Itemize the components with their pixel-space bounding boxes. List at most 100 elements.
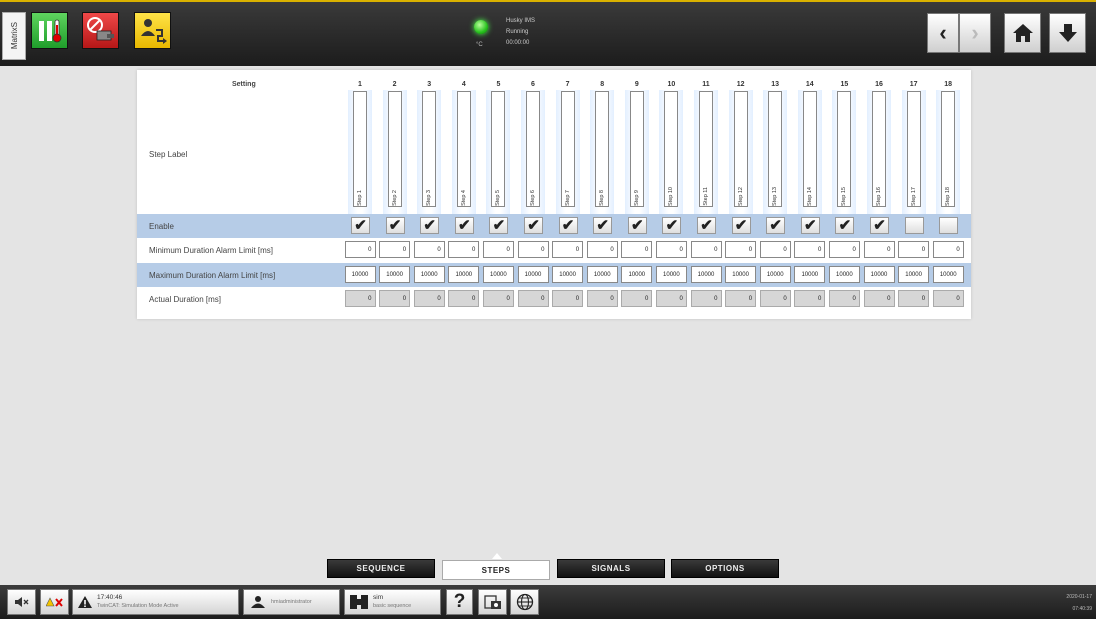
tab-options[interactable]: OPTIONS: [671, 559, 779, 578]
max-duration-input[interactable]: 10000: [379, 266, 411, 283]
min-duration-input[interactable]: 0: [932, 241, 964, 258]
screenshot-button[interactable]: [478, 589, 507, 615]
step-label-input[interactable]: Step 1: [353, 91, 367, 207]
step-label-input[interactable]: Step 11: [699, 91, 713, 207]
min-duration-input[interactable]: 0: [586, 241, 618, 258]
enable-checkbox[interactable]: ✔: [593, 217, 613, 234]
tab-steps[interactable]: STEPS: [442, 560, 550, 580]
step-label-input[interactable]: Step 16: [872, 91, 886, 207]
max-duration-row-label: Maximum Duration Alarm Limit [ms]: [149, 271, 276, 280]
step-label-input[interactable]: Step 9: [629, 91, 644, 207]
enable-checkbox[interactable]: ✔: [454, 217, 474, 234]
home-button[interactable]: [1004, 13, 1041, 53]
user-name: hmiadministrator: [271, 599, 312, 605]
mute-button[interactable]: [7, 589, 36, 615]
enable-checkbox[interactable]: ✔: [351, 217, 370, 234]
download-button[interactable]: [1049, 13, 1086, 53]
min-duration-input[interactable]: 0: [863, 241, 895, 258]
max-duration-input[interactable]: 10000: [621, 266, 653, 283]
enable-checkbox[interactable]: ✔: [627, 217, 647, 234]
enable-checkbox[interactable]: ✔: [489, 217, 509, 234]
top-toolbar: MatrixS °C Husky IMS Running 00:00:00 ‹ …: [0, 0, 1096, 66]
max-duration-input[interactable]: 10000: [725, 266, 757, 283]
enable-checkbox[interactable]: ✔: [731, 217, 751, 234]
step-label-input[interactable]: Step 4: [456, 91, 471, 207]
max-duration-input[interactable]: 10000: [898, 266, 930, 283]
min-duration-input[interactable]: 0: [413, 241, 445, 258]
min-duration-input[interactable]: 0: [828, 241, 860, 258]
enable-checkbox[interactable]: [939, 217, 959, 234]
alarm-reset-button[interactable]: [40, 589, 69, 615]
step-label-input[interactable]: Step 13: [768, 91, 783, 207]
machine-side-tab[interactable]: MatrixS: [2, 12, 26, 60]
mold-blocked-button[interactable]: [82, 12, 119, 49]
forward-button[interactable]: ›: [959, 13, 991, 53]
sequence-button[interactable]: [134, 12, 171, 49]
step-number-header: 1: [358, 81, 362, 88]
max-duration-input[interactable]: 10000: [759, 266, 791, 283]
cycle-time: 00:00:00: [506, 40, 530, 46]
enable-checkbox[interactable]: ✔: [420, 217, 440, 234]
max-duration-input[interactable]: 10000: [932, 266, 964, 283]
enable-checkbox[interactable]: ✔: [385, 217, 405, 234]
max-duration-input[interactable]: 10000: [655, 266, 687, 283]
min-duration-input[interactable]: 0: [898, 241, 930, 258]
enable-checkbox[interactable]: ✔: [558, 217, 578, 234]
min-duration-input[interactable]: 0: [759, 241, 791, 258]
min-duration-input[interactable]: 0: [725, 241, 757, 258]
tab-sequence[interactable]: SEQUENCE: [327, 559, 435, 578]
step-label-input[interactable]: Step 7: [560, 91, 575, 207]
step-label-input[interactable]: Step 17: [906, 91, 921, 207]
user-button[interactable]: hmiadministrator: [243, 589, 340, 615]
min-duration-input[interactable]: 0: [379, 241, 411, 258]
min-duration-input[interactable]: 0: [552, 241, 584, 258]
step-label-input[interactable]: Step 5: [491, 91, 506, 207]
thermal-status-button[interactable]: [31, 12, 68, 49]
max-duration-input[interactable]: 10000: [690, 266, 722, 283]
min-duration-input[interactable]: 0: [655, 241, 687, 258]
step-label-input[interactable]: Step 10: [664, 91, 679, 207]
actual-duration-value: 0: [898, 290, 930, 307]
enable-checkbox[interactable]: ✔: [662, 217, 682, 234]
back-button[interactable]: ‹: [927, 13, 959, 53]
max-duration-input[interactable]: 10000: [794, 266, 826, 283]
step-label-input[interactable]: Step 14: [802, 91, 817, 207]
min-duration-input[interactable]: 0: [448, 241, 480, 258]
max-duration-input[interactable]: 10000: [482, 266, 514, 283]
language-button[interactable]: [510, 589, 539, 615]
max-duration-input[interactable]: 10000: [413, 266, 445, 283]
min-duration-input[interactable]: 0: [794, 241, 826, 258]
max-duration-input[interactable]: 10000: [517, 266, 549, 283]
step-label-input[interactable]: Step 15: [837, 91, 852, 207]
enable-checkbox[interactable]: [904, 217, 924, 234]
max-duration-input[interactable]: 10000: [552, 266, 584, 283]
mold-data-button[interactable]: sim basic sequence: [344, 589, 441, 615]
max-duration-input[interactable]: 10000: [448, 266, 480, 283]
enable-checkbox[interactable]: ✔: [870, 217, 889, 234]
step-label-input[interactable]: Step 18: [941, 91, 956, 207]
step-label-input[interactable]: Step 2: [387, 91, 402, 207]
step-label-input[interactable]: Step 8: [595, 91, 610, 207]
min-duration-input[interactable]: 0: [344, 241, 376, 258]
enable-checkbox[interactable]: ✔: [524, 217, 543, 234]
step-label-input[interactable]: Step 3: [422, 91, 437, 207]
help-button[interactable]: ?: [446, 589, 473, 615]
enable-checkbox[interactable]: ✔: [697, 217, 716, 234]
alarm-message-button[interactable]: 17:40:46 TwinCAT: Simulation Mode Active: [72, 589, 239, 615]
step-label-text: Step 7: [564, 190, 571, 206]
tab-signals[interactable]: SIGNALS: [557, 559, 665, 578]
min-duration-input[interactable]: 0: [621, 241, 653, 258]
min-duration-input[interactable]: 0: [517, 241, 549, 258]
enable-checkbox[interactable]: ✔: [800, 217, 820, 234]
enable-checkbox[interactable]: ✔: [766, 217, 786, 234]
mold-icon: [350, 595, 368, 609]
enable-checkbox[interactable]: ✔: [835, 217, 855, 234]
max-duration-input[interactable]: 10000: [344, 266, 376, 283]
step-label-input[interactable]: Step 6: [526, 91, 540, 207]
max-duration-input[interactable]: 10000: [828, 266, 860, 283]
max-duration-input[interactable]: 10000: [586, 266, 618, 283]
max-duration-input[interactable]: 10000: [863, 266, 895, 283]
min-duration-input[interactable]: 0: [690, 241, 722, 258]
min-duration-input[interactable]: 0: [482, 241, 514, 258]
step-label-input[interactable]: Step 12: [733, 91, 748, 207]
